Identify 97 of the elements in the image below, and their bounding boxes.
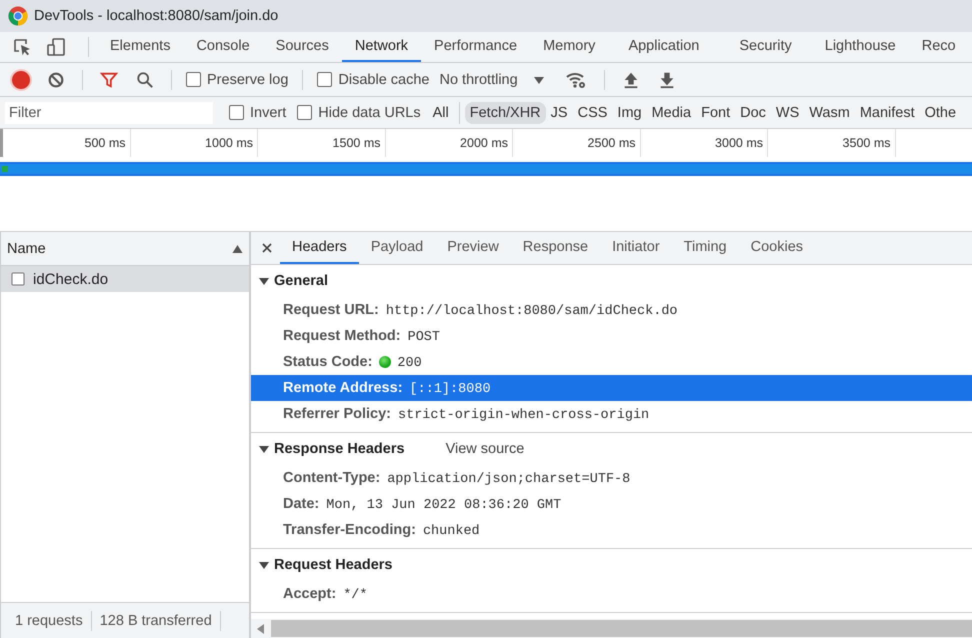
summary-text: 1 requests — [15, 612, 83, 628]
scrollbar-thumb[interactable] — [271, 620, 972, 637]
request-name: idCheck.do — [33, 270, 108, 288]
panel-tab[interactable]: Elements — [97, 32, 184, 62]
preserve-log-checkbox[interactable]: Preserve log — [186, 72, 288, 88]
upload-icon[interactable] — [622, 70, 640, 88]
panel-tab[interactable]: Lighthouse — [812, 32, 909, 62]
section-title[interactable]: Request Headers — [274, 557, 392, 573]
time-tick-label: 2000 ms — [386, 129, 513, 157]
header-name: Transfer-Encoding: — [283, 521, 416, 540]
type-filter-button[interactable]: Fetch/XHR — [464, 102, 546, 124]
detail-tab[interactable]: Response — [510, 232, 600, 264]
detail-tab[interactable]: Timing — [672, 232, 739, 264]
type-filter-button[interactable]: Wasm — [804, 102, 855, 124]
type-filter-button[interactable]: All — [428, 102, 454, 124]
throttling-dropdown[interactable]: No throttling — [439, 72, 518, 88]
type-filter-button[interactable]: Doc — [735, 102, 771, 124]
download-icon[interactable] — [658, 70, 676, 88]
type-filter-button[interactable]: WS — [770, 102, 804, 124]
detail-tab[interactable]: Preview — [435, 232, 511, 264]
time-tick-label: 1500 ms — [258, 129, 386, 157]
time-tick-label: 3000 ms — [640, 129, 768, 157]
disable-cache-checkbox[interactable]: Disable cache — [317, 72, 430, 88]
header-value: */* — [343, 587, 368, 605]
name-column-header[interactable]: Name — [7, 240, 46, 256]
time-tick-label: 500 ms — [3, 129, 130, 157]
request-row[interactable]: idCheck.do — [1, 266, 249, 292]
section-title[interactable]: Response Headers — [274, 441, 405, 457]
header-value: Mon, 13 Jun 2022 08:36:20 GMT — [326, 497, 562, 515]
time-tick-label: 3500 ms — [768, 129, 896, 157]
header-row[interactable]: Accept: */* — [251, 581, 972, 607]
header-row[interactable]: Request Method: POST — [251, 323, 972, 349]
type-filter-button[interactable]: CSS — [572, 102, 612, 124]
panel-tab[interactable]: Console — [183, 32, 263, 62]
scroll-left-icon[interactable] — [257, 624, 265, 634]
time-tick-label: 1000 ms — [130, 129, 258, 157]
header-row[interactable]: Date: Mon, 13 Jun 2022 08:36:20 GMT — [251, 491, 972, 517]
type-filter-button[interactable]: JS — [546, 102, 573, 124]
expand-triangle-icon[interactable] — [259, 276, 269, 286]
header-name: Remote Address: — [283, 379, 403, 398]
filter-field[interactable]: Filter — [5, 102, 213, 124]
sort-triangle-icon[interactable] — [232, 244, 243, 254]
invert-checkbox[interactable]: Invert — [229, 104, 286, 120]
expand-triangle-icon[interactable] — [259, 560, 269, 570]
expand-triangle-icon[interactable] — [259, 444, 269, 454]
type-filter-button[interactable]: Othe — [920, 102, 962, 124]
hide-data-urls-checkbox[interactable]: Hide data URLs — [297, 104, 421, 120]
panel-tab[interactable]: Application — [608, 32, 720, 62]
header-row[interactable]: Referrer Policy: strict-origin-when-cross-origin — [251, 401, 972, 427]
filter-icon[interactable] — [100, 70, 118, 88]
panel-tab[interactable]: Reco — [908, 32, 969, 62]
browser-logo-icon — [8, 6, 28, 26]
clear-icon[interactable] — [47, 70, 65, 88]
search-icon[interactable] — [136, 70, 154, 88]
document-icon — [11, 272, 25, 286]
device-toggle-icon[interactable] — [46, 37, 66, 57]
caret-icon[interactable] — [534, 74, 544, 84]
panel-tab[interactable]: Security — [719, 32, 812, 62]
detail-tab[interactable]: Payload — [358, 232, 436, 264]
detail-tab[interactable]: Headers — [280, 232, 359, 264]
header-row[interactable]: Status Code: 200 — [251, 349, 972, 375]
header-row[interactable]: Content-Type: application/json;charset=UTF-8 — [251, 465, 972, 491]
view-source-link[interactable]: View source — [446, 441, 524, 457]
header-value: application/json;charset=UTF-8 — [387, 471, 630, 489]
status-icon — [379, 356, 392, 368]
selected-header-row[interactable]: Remote Address: [::1]:8080 — [251, 375, 972, 401]
header-name: Request Method: — [283, 327, 401, 346]
window-title: DevTools - localhost:8080/sam/join.do — [34, 8, 278, 24]
header-row[interactable]: Transfer-Encoding: chunked — [251, 517, 972, 543]
header-value: [::1]:8080 — [410, 381, 491, 399]
type-filter-button[interactable]: Media — [646, 102, 696, 124]
header-value: http://localhost:8080/sam/idCheck.do — [386, 303, 678, 321]
panel-tab[interactable]: Sources — [262, 32, 342, 62]
wifi-gear-icon[interactable] — [564, 70, 587, 88]
header-value: POST — [408, 329, 440, 347]
header-value: 200 — [397, 355, 422, 373]
header-row[interactable]: Request URL: http://localhost:8080/sam/idCheck.do — [251, 297, 972, 323]
header-name: Content-Type: — [283, 469, 380, 488]
section-title[interactable]: General — [274, 273, 328, 289]
detail-tab[interactable]: Initiator — [600, 232, 672, 264]
time-tick-label: 2500 ms — [513, 129, 640, 157]
header-value: strict-origin-when-cross-origin — [398, 407, 650, 425]
header-name: Status Code: — [283, 353, 372, 372]
type-filter-button[interactable]: Manifest — [854, 102, 920, 124]
type-filter-button[interactable]: Img — [612, 102, 647, 124]
summary-text: 128 B transferred — [100, 612, 212, 628]
detail-tab[interactable]: Cookies — [738, 232, 816, 264]
header-value: chunked — [422, 523, 480, 541]
panel-tab[interactable]: Performance — [421, 32, 530, 62]
type-filter-button[interactable]: Font — [696, 102, 736, 124]
panel-tab[interactable]: Memory — [530, 32, 608, 62]
header-name: Request URL: — [283, 301, 379, 320]
header-name: Accept: — [283, 585, 336, 604]
header-name: Referrer Policy: — [283, 405, 391, 424]
inspect-cursor-icon[interactable] — [12, 37, 32, 57]
header-name: Date: — [283, 495, 320, 514]
record-button[interactable] — [12, 70, 30, 88]
